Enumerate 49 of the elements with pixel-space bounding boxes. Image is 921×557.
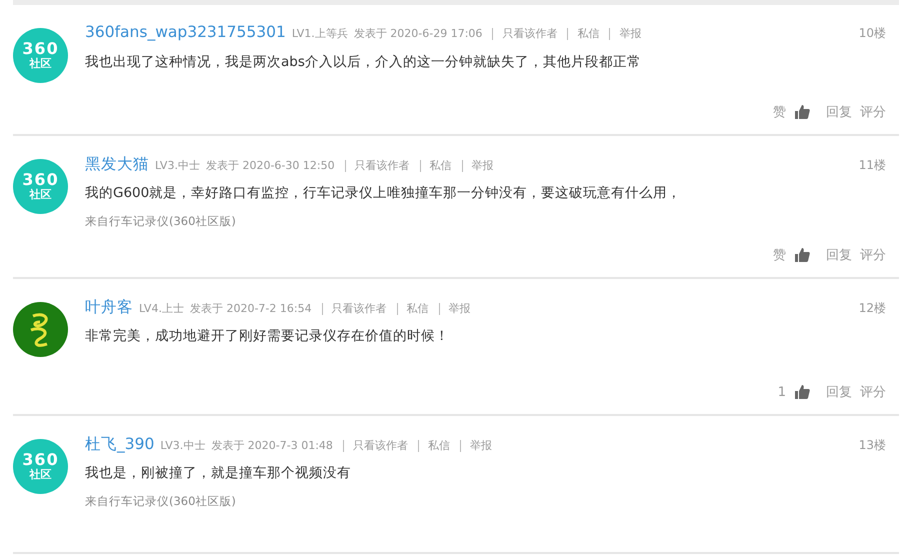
post-link[interactable]: 举报: [460, 440, 492, 452]
user-level: LV3.中士: [160, 438, 206, 453]
author-name[interactable]: 黑发大猫: [85, 154, 149, 175]
post-link[interactable]: 举报: [462, 160, 494, 172]
post-text: 我也是，刚被撞了，就是撞车那个视频没有: [85, 464, 352, 482]
thumbs-up-icon[interactable]: [794, 384, 810, 400]
post-link[interactable]: 只看该作者: [322, 303, 387, 315]
rate-link[interactable]: 评分: [860, 246, 886, 264]
user-level: LV1.上等兵: [292, 26, 348, 41]
post-time: 发表于 2020-7-2 16:54: [190, 301, 312, 316]
post-link[interactable]: 只看该作者: [342, 440, 408, 452]
post-link[interactable]: 只看该作者: [344, 160, 410, 172]
author-name[interactable]: 360fans_wap3231755301: [85, 23, 286, 41]
thumbs-up-icon[interactable]: [794, 104, 810, 120]
floor-number: 10楼: [858, 25, 886, 42]
floor-number: 13楼: [858, 437, 886, 454]
post-link[interactable]: 私信: [396, 303, 429, 315]
author-name[interactable]: 杜飞_390: [85, 434, 154, 455]
post-link[interactable]: 私信: [420, 160, 452, 172]
post-source: 来自行车记录仪(360社区版): [85, 214, 237, 229]
post-text: 我也出现了这种情况，我是两次abs介入以后，介入的这一分钟就缺失了，其他片段都正常: [85, 53, 642, 71]
reply-link[interactable]: 回复: [826, 383, 852, 401]
post-time: 发表于 2020-6-29 17:06: [354, 26, 482, 41]
avatar-logo: 360 社区: [13, 159, 68, 214]
post-text: 非常完美，成功地避开了刚好需要记录仪存在价值的时候！: [85, 327, 450, 345]
avatar-logo: 360 社区: [13, 439, 68, 494]
like-count: 赞: [773, 247, 786, 264]
user-level: LV4.上士: [139, 301, 184, 316]
like-count: 赞: [773, 104, 786, 121]
thumbs-up-icon[interactable]: [794, 247, 810, 263]
reply-link[interactable]: 回复: [826, 103, 852, 121]
post-link[interactable]: 举报: [438, 303, 471, 315]
post-link[interactable]: 只看该作者: [492, 28, 558, 40]
post-source: 来自行车记录仪(360社区版): [85, 494, 237, 509]
user-level: LV3.中士: [155, 158, 200, 173]
post-link[interactable]: 私信: [418, 440, 450, 452]
rate-link[interactable]: 评分: [860, 383, 886, 401]
post-text: 我的G600就是，幸好路口有监控，行车记录仪上唯独撞车那一分钟没有，要这破玩意有什么用，: [85, 184, 682, 202]
reply-link[interactable]: 回复: [826, 246, 852, 264]
floor-number: 11楼: [858, 157, 886, 174]
post-time: 发表于 2020-6-30 12:50: [206, 158, 335, 173]
post-time: 发表于 2020-7-3 01:48: [211, 438, 333, 453]
like-count: 1: [778, 384, 786, 400]
author-name[interactable]: 叶舟客: [85, 297, 133, 318]
avatar-logo: 360 社区: [13, 28, 68, 83]
floor-number: 12楼: [858, 300, 886, 317]
post-link[interactable]: 私信: [567, 28, 600, 40]
post-link[interactable]: 举报: [609, 28, 642, 40]
rate-link[interactable]: 评分: [860, 103, 886, 121]
